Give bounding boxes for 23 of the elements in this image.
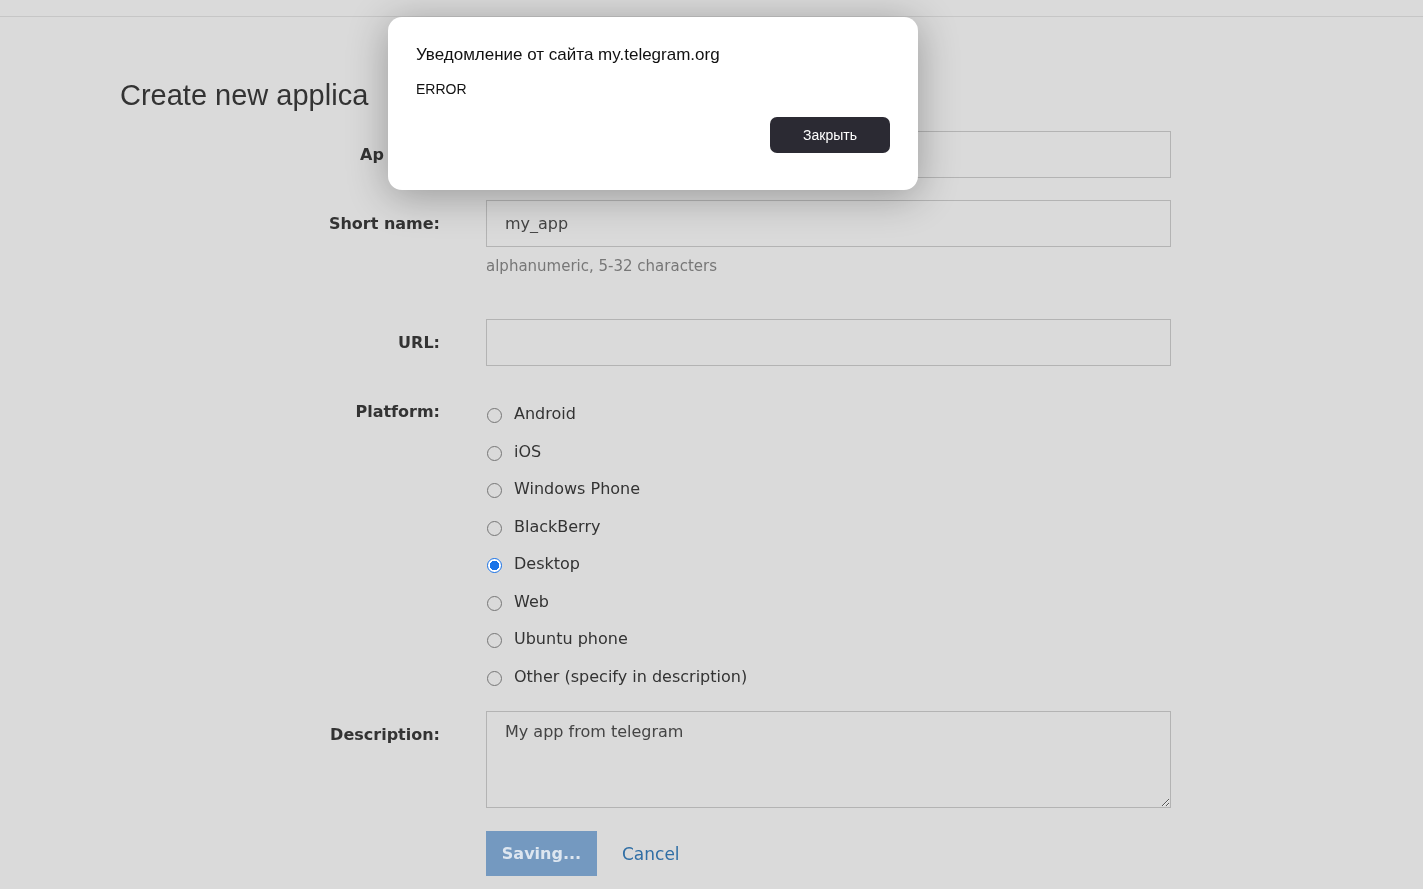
field-label: Ap — [360, 144, 384, 166]
radio-label: Ubuntu phone — [514, 629, 628, 649]
radio-label: Web — [514, 591, 549, 611]
cancel-link[interactable]: Cancel — [622, 843, 680, 864]
field-label: Description: — [330, 724, 440, 746]
radio-label: Windows Phone — [514, 479, 641, 499]
field-hint: alphanumeric, 5-32 characters — [486, 256, 718, 277]
radio-label: Android — [514, 404, 576, 424]
radio-label: iOS — [514, 441, 542, 461]
input-field[interactable]: my_app — [486, 200, 1171, 247]
field-label: Platform: — [355, 401, 440, 423]
radio-label: Desktop — [514, 554, 580, 574]
radio-label: Other (specify in description) — [514, 666, 748, 686]
field-label: Short name: — [328, 213, 440, 235]
radio-button[interactable] — [487, 558, 502, 574]
dialog-message: ERROR — [416, 80, 468, 98]
field-label: URL: — [398, 332, 440, 354]
input-field[interactable] — [486, 319, 1171, 366]
radio-label: BlackBerry — [514, 516, 601, 536]
close-button[interactable]: Закрыть — [770, 117, 890, 153]
description-field[interactable]: My app from telegram — [486, 711, 1171, 808]
page-title: Create new applica — [120, 78, 369, 113]
dialog-title: Уведомление от сайта my.telegram.org — [416, 44, 721, 66]
